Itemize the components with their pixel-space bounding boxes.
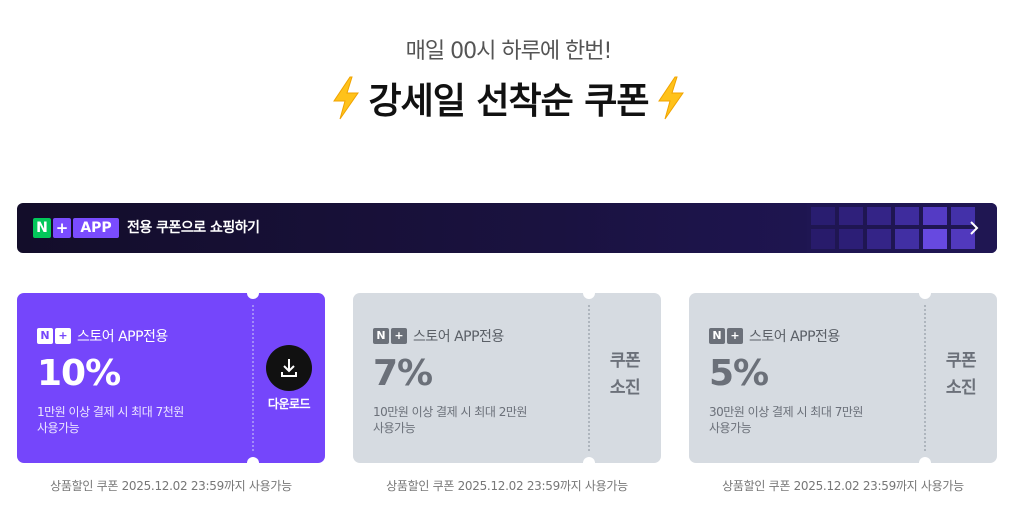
coupon-validity: 상품할인 쿠폰 2025.12.02 23:59까지 사용가능 [50, 479, 292, 493]
coupon-notch [247, 287, 259, 299]
plus-badge: + [391, 328, 407, 344]
coupon-condition-line: 사용가능 [373, 421, 416, 435]
coupon-condition-line: 10만원 이상 결제 시 최대 2만원 [373, 405, 527, 419]
coupon-discount: 5% [709, 353, 769, 394]
page-subtitle: 매일 00시 하루에 한번! [405, 39, 613, 64]
coupon-notch [583, 457, 595, 469]
coupon-condition: 1만원 이상 결제 시 최대 7천원 사용가능 [37, 404, 237, 436]
coupon-brand-label: 스토어 APP전용 [749, 329, 840, 345]
coupon-brand: N + 스토어 APP전용 [709, 328, 840, 345]
naver-n-badge: N [709, 328, 725, 344]
download-label[interactable]: 다운로드 [257, 395, 321, 412]
coupon-condition-line: 사용가능 [37, 421, 80, 435]
coupon-notch [919, 457, 931, 469]
coupon-brand-label: 스토어 APP전용 [77, 329, 168, 345]
coupon-validity: 상품할인 쿠폰 2025.12.02 23:59까지 사용가능 [722, 479, 964, 493]
app-banner-text: 전용 쿠폰으로 쇼핑하기 [127, 220, 260, 236]
soldout-line: 쿠폰 [945, 351, 977, 371]
coupon-card-10: N + 스토어 APP전용 10% 1만원 이상 결제 시 최대 7천원 사용가… [17, 287, 325, 469]
coupon-perforation [252, 305, 254, 451]
coupon-condition-line: 1만원 이상 결제 시 최대 7천원 [37, 405, 184, 419]
naver-n-badge: N [33, 218, 51, 238]
soldout-line: 소진 [609, 378, 641, 398]
page-title-text: 강세일 선착순 쿠폰 [368, 81, 649, 122]
coupon-brand-label: 스토어 APP전용 [413, 329, 504, 345]
chevron-right-icon [970, 221, 979, 235]
page-title: 강세일 선착순 쿠폰 [0, 72, 1017, 124]
naver-n-badge: N [373, 328, 389, 344]
soldout-line: 소진 [945, 378, 977, 398]
plus-badge: + [727, 328, 743, 344]
coupon-discount: 10% [37, 353, 121, 394]
coupon-condition: 10만원 이상 결제 시 최대 2만원 사용가능 [373, 404, 573, 436]
lightning-icon [333, 76, 360, 120]
coupon-condition-line: 사용가능 [709, 421, 752, 435]
coupon-perforation [588, 305, 590, 451]
coupon-condition: 30만원 이상 결제 시 최대 7만원 사용가능 [709, 404, 909, 436]
coupon-condition-line: 30만원 이상 결제 시 최대 7만원 [709, 405, 863, 419]
coupon-soldout-label: 쿠폰 소진 [599, 348, 651, 402]
plus-badge: + [53, 218, 71, 238]
coupon-soldout-label: 쿠폰 소진 [935, 348, 987, 402]
lightning-icon [657, 76, 684, 120]
coupon-card-7: N + 스토어 APP전용 7% 10만원 이상 결제 시 최대 2만원 사용가… [353, 287, 661, 469]
download-icon [281, 359, 297, 377]
coupon-perforation [924, 305, 926, 451]
coupon-notch [919, 287, 931, 299]
plus-badge: + [55, 328, 71, 344]
app-badge: APP [73, 218, 119, 238]
coupon-notch [247, 457, 259, 469]
coupon-brand: N + 스토어 APP전용 [37, 328, 168, 345]
app-banner[interactable]: N + APP 전용 쿠폰으로 쇼핑하기 [17, 203, 997, 253]
coupon-card-5: N + 스토어 APP전용 5% 30만원 이상 결제 시 최대 7만원 사용가… [689, 287, 997, 469]
coupon-notch [583, 287, 595, 299]
soldout-line: 쿠폰 [609, 351, 641, 371]
coupon-validity: 상품할인 쿠폰 2025.12.02 23:59까지 사용가능 [386, 479, 628, 493]
coupon-brand: N + 스토어 APP전용 [373, 328, 504, 345]
coupon-discount: 7% [373, 353, 433, 394]
download-button[interactable] [266, 345, 312, 391]
naver-n-badge: N [37, 328, 53, 344]
